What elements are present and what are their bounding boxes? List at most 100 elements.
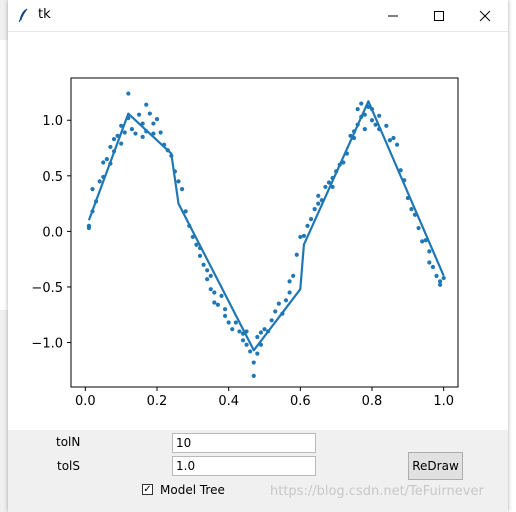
data-point — [147, 111, 152, 116]
data-point — [237, 329, 242, 334]
data-point — [434, 273, 439, 278]
data-point — [420, 239, 425, 244]
data-point — [391, 135, 396, 141]
tk-window: tk 0.0 0.2 0.4 0.6 0.8 1.0 1.0 0.5 0.0 −0.5 −1.0 t… — [8, 0, 508, 512]
data-point — [441, 275, 446, 281]
x-tick-label: 0.4 — [218, 394, 239, 409]
data-point — [427, 260, 432, 265]
data-point — [240, 338, 246, 343]
maximize-icon — [434, 10, 444, 21]
y-tick-label: 0.0 — [42, 225, 63, 240]
data-point — [262, 327, 267, 332]
data-point — [144, 102, 149, 107]
plot-frame — [70, 77, 459, 388]
data-point — [122, 130, 127, 135]
data-point — [362, 127, 367, 132]
data-point — [287, 279, 292, 284]
data-point — [355, 107, 360, 112]
data-point — [316, 193, 321, 198]
data-point — [427, 249, 432, 254]
data-point — [90, 187, 95, 192]
data-point — [205, 268, 210, 273]
data-point — [97, 179, 102, 184]
data-point — [222, 313, 228, 318]
data-point — [416, 225, 421, 231]
data-point — [133, 131, 138, 136]
close-button[interactable] — [462, 0, 508, 31]
data-point — [255, 351, 260, 356]
data-point — [111, 137, 117, 142]
data-point — [104, 157, 109, 162]
y-tick-label: 1.0 — [42, 114, 63, 129]
tolS-label: tolS — [57, 459, 80, 473]
data-point — [226, 320, 231, 325]
data-point — [251, 373, 256, 378]
data-point — [151, 121, 156, 126]
data-point — [377, 113, 382, 118]
x-tick-label: 1.0 — [433, 394, 454, 409]
data-point — [230, 327, 235, 332]
data-point — [291, 273, 296, 278]
close-icon — [479, 10, 491, 21]
control-panel: tolN tolS ReDraw ✓ Model Tree — [8, 430, 508, 512]
data-point — [179, 187, 185, 192]
maximize-button[interactable] — [416, 0, 462, 31]
minimize-button[interactable] — [370, 0, 416, 31]
checkmark-icon: ✓ — [143, 484, 152, 495]
tolS-input[interactable] — [172, 456, 316, 476]
data-point — [301, 233, 307, 238]
minimize-icon — [388, 15, 398, 16]
y-tick-label: 0.5 — [42, 170, 63, 185]
feather-icon — [16, 7, 32, 23]
data-point — [287, 290, 292, 295]
x-tick-label: 0.0 — [75, 394, 96, 409]
data-point — [212, 300, 217, 305]
data-point — [394, 142, 400, 147]
data-point — [359, 101, 364, 106]
data-point — [269, 318, 274, 323]
data-point — [255, 334, 260, 340]
y-tick-label: −0.5 — [31, 281, 63, 296]
data-point — [197, 253, 203, 258]
window-title: tk — [38, 7, 51, 22]
data-point — [273, 309, 278, 314]
data-point — [222, 307, 228, 312]
data-point — [316, 201, 321, 206]
data-point — [251, 360, 256, 365]
data-point — [154, 117, 160, 122]
redraw-button[interactable]: ReDraw — [408, 452, 463, 480]
x-tick-label: 0.8 — [362, 394, 383, 409]
data-point — [312, 207, 317, 212]
data-point — [308, 217, 314, 222]
data-point — [108, 144, 113, 150]
data-point — [140, 134, 145, 140]
data-point — [323, 184, 328, 190]
tolN-label: tolN — [56, 435, 81, 449]
data-point — [201, 262, 206, 267]
data-point — [283, 298, 289, 303]
title-bar[interactable]: tk — [8, 0, 508, 32]
data-point — [248, 349, 253, 354]
data-point — [215, 302, 221, 307]
data-point — [119, 141, 124, 146]
data-point — [244, 342, 249, 347]
data-point — [176, 179, 181, 184]
data-point — [129, 127, 135, 132]
data-point — [205, 277, 210, 282]
plot-canvas[interactable]: 0.0 0.2 0.4 0.6 0.8 1.0 1.0 0.5 0.0 −0.5 −1.0 — [8, 32, 508, 430]
model-tree-checkbox[interactable]: ✓ — [142, 484, 153, 495]
data-point — [126, 91, 131, 96]
tolN-input[interactable] — [172, 433, 316, 453]
data-point — [437, 282, 443, 287]
x-tick-label: 0.6 — [290, 394, 311, 409]
y-tick-label: −1.0 — [31, 337, 63, 352]
data-point — [298, 234, 303, 240]
data-point — [258, 330, 264, 335]
data-point — [409, 207, 414, 212]
data-point — [101, 160, 106, 165]
data-point — [387, 138, 393, 143]
data-point — [208, 273, 213, 278]
data-point — [276, 301, 281, 306]
chart: 0.0 0.2 0.4 0.6 0.8 1.0 1.0 0.5 0.0 −0.5 −1.0 — [31, 77, 459, 409]
data-point — [384, 123, 389, 128]
